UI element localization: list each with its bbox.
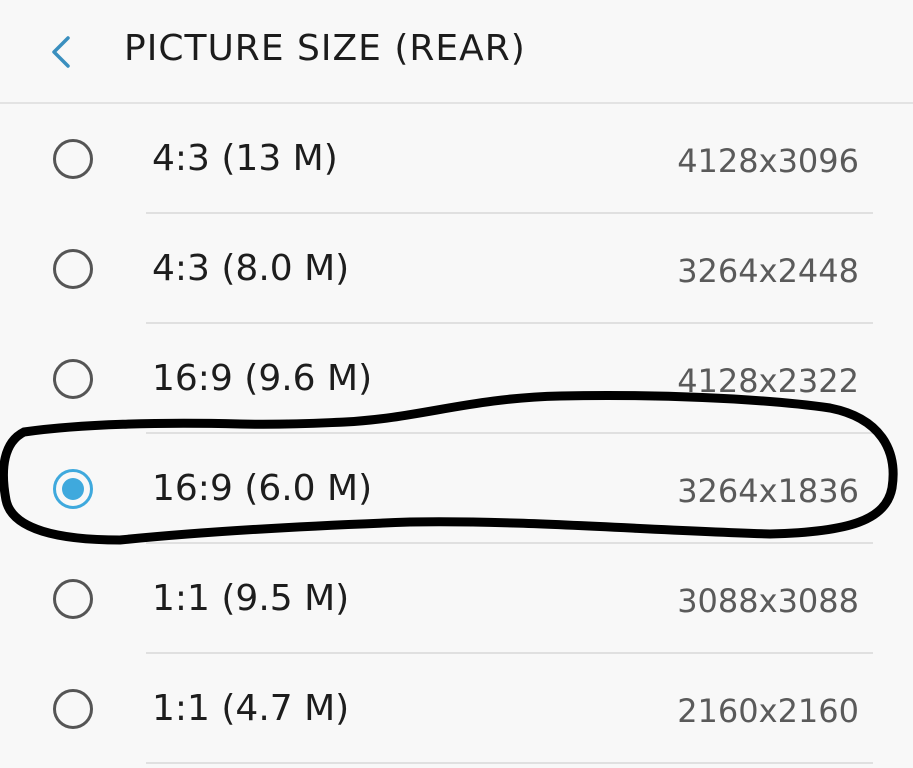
- option-label: 16:9 (9.6 M): [152, 358, 373, 399]
- option-label: 1:1 (9.5 M): [152, 578, 350, 619]
- divider: [146, 762, 873, 764]
- radio-button[interactable]: [53, 579, 93, 619]
- back-button[interactable]: [40, 30, 84, 74]
- option-row-16-9-6-0m[interactable]: 16:9 (6.0 M) 3264x1836: [0, 434, 913, 544]
- option-resolution: 3264x2448: [677, 252, 859, 290]
- page-title: PICTURE SIZE (REAR): [124, 28, 526, 69]
- option-label: 1:1 (4.7 M): [152, 688, 350, 729]
- option-row-4-3-13m[interactable]: 4:3 (13 M) 4128x3096: [0, 104, 913, 214]
- radio-button[interactable]: [53, 359, 93, 399]
- picture-size-list: 4:3 (13 M) 4128x3096 4:3 (8.0 M) 3264x24…: [0, 104, 913, 764]
- header-bar: PICTURE SIZE (REAR): [0, 0, 913, 104]
- option-label: 4:3 (13 M): [152, 138, 338, 179]
- radio-button[interactable]: [53, 689, 93, 729]
- chevron-left-icon: [52, 36, 70, 68]
- picture-size-screen: PICTURE SIZE (REAR) 4:3 (13 M) 4128x3096…: [0, 0, 913, 768]
- option-resolution: 3264x1836: [677, 472, 859, 510]
- radio-button[interactable]: [53, 139, 93, 179]
- option-resolution: 3088x3088: [677, 582, 859, 620]
- option-resolution: 4128x2322: [677, 362, 859, 400]
- option-row-1-1-9-5m[interactable]: 1:1 (9.5 M) 3088x3088: [0, 544, 913, 654]
- option-label: 16:9 (6.0 M): [152, 468, 373, 509]
- radio-button[interactable]: [53, 249, 93, 289]
- radio-button-selected[interactable]: [53, 469, 93, 509]
- option-label: 4:3 (8.0 M): [152, 248, 350, 289]
- option-row-1-1-4-7m[interactable]: 1:1 (4.7 M) 2160x2160: [0, 654, 913, 764]
- option-row-4-3-8m[interactable]: 4:3 (8.0 M) 3264x2448: [0, 214, 913, 324]
- option-resolution: 4128x3096: [677, 142, 859, 180]
- option-resolution: 2160x2160: [677, 692, 859, 730]
- option-row-16-9-9-6m[interactable]: 16:9 (9.6 M) 4128x2322: [0, 324, 913, 434]
